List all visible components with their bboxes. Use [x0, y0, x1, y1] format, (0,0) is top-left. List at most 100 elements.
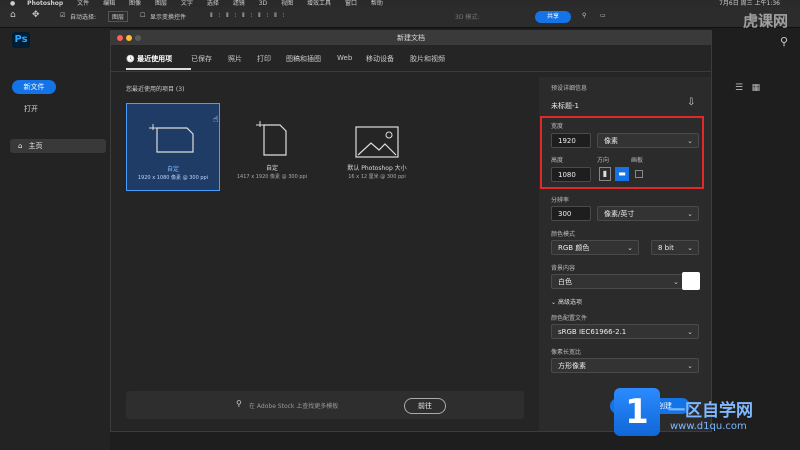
advanced-options-label: 高级选项 [557, 299, 582, 306]
menu-edit[interactable]: 编辑 [103, 0, 115, 7]
apple-icon[interactable]: ● [10, 0, 15, 7]
options-toolbar: ⌂ ✥ ☑ 自动选择: 图层 ☐ 显示变换控件 ⫴⫶⫴⫶⫴⫶⫴⫶⫴⫶ 3D 模式… [0, 7, 800, 28]
search-icon[interactable]: ⚲ [780, 35, 788, 48]
tab-film-video[interactable]: 胶片和视频 [410, 54, 445, 64]
share-button[interactable]: 共享 [535, 11, 571, 23]
align-icons[interactable]: ⫴⫶⫴⫶⫴⫶⫴⫶⫴⫶ [210, 12, 290, 20]
advanced-options-toggle[interactable]: ⌄ 高级选项 [551, 297, 582, 306]
preset-name: 自定 [265, 165, 278, 172]
menu-select[interactable]: 选择 [207, 0, 219, 7]
menu-layer[interactable]: 图层 [155, 0, 167, 7]
menu-app-name[interactable]: Photoshop [27, 0, 63, 7]
show-transform-checkbox[interactable]: ☐ [140, 12, 145, 19]
bit-depth-value: 8 bit [658, 244, 674, 252]
active-tab-underline [126, 68, 191, 70]
pixel-ratio-label: 像素长宽比 [551, 349, 582, 356]
chevron-down-icon: ⌄ [687, 362, 693, 370]
move-tool-icon[interactable]: ✥ [32, 10, 40, 20]
tabs-divider [111, 71, 711, 72]
sidebar-item-home[interactable]: ⌂ 主页 [10, 139, 106, 153]
color-mode-select[interactable]: RGB 颜色 ⌄ [551, 240, 639, 255]
pixel-ratio-select[interactable]: 方形像素 ⌄ [551, 358, 699, 373]
mode-3d-label: 3D 模式: [455, 14, 480, 21]
menu-3d[interactable]: 3D [259, 0, 267, 7]
stock-search-icon: ⚲ [236, 399, 242, 408]
menu-view[interactable]: 视图 [281, 0, 293, 7]
resolution-label: 分辨率 [551, 197, 570, 204]
document-name[interactable]: 未标题-1 [551, 101, 579, 111]
preset-card-custom-1417[interactable]: 自定 1417 x 1920 像素 @ 300 ppi [226, 103, 318, 189]
portrait-document-icon [256, 121, 287, 156]
new-file-button[interactable]: 新文件 [12, 80, 56, 94]
preset-name: 默认 Photoshop 大小 [347, 165, 407, 172]
pointer-cursor-icon: ☝ [213, 115, 219, 125]
preset-size: 1417 x 1920 像素 @ 300 ppi [236, 174, 308, 180]
layer-select[interactable]: 图层 [108, 11, 129, 22]
chevron-down-icon: ⌄ [551, 299, 557, 306]
preset-size: 1920 x 1080 像素 @ 300 ppi [137, 175, 209, 181]
zoom-window-icon[interactable] [135, 35, 141, 41]
menu-help[interactable]: 帮助 [371, 0, 383, 7]
d1qu-watermark-url: www.d1qu.com [670, 421, 747, 432]
color-profile-label: 颜色配置文件 [551, 315, 588, 322]
color-profile-select[interactable]: sRGB IEC61966-2.1 ⌄ [551, 324, 699, 339]
d1qu-logo: 1 [614, 388, 660, 436]
menu-image[interactable]: 图像 [129, 0, 141, 7]
tab-photo[interactable]: 照片 [228, 54, 242, 64]
open-link[interactable]: 打开 [24, 104, 38, 114]
ps-logo: Ps [12, 32, 30, 48]
search-toolbar-icon[interactable]: ⚲ [582, 12, 586, 19]
pixel-ratio-value: 方形像素 [558, 362, 586, 370]
tab-print[interactable]: 打印 [257, 54, 271, 64]
resolution-input[interactable]: 300 [551, 206, 591, 221]
close-window-icon[interactable] [117, 35, 123, 41]
resolution-unit-value: 像素/英寸 [604, 210, 635, 218]
auto-select-label: 自动选择: [70, 14, 97, 21]
chevron-down-icon: ⌄ [627, 244, 633, 252]
color-mode-label: 颜色模式 [551, 231, 576, 238]
save-preset-icon[interactable]: ⇩ [687, 97, 695, 108]
new-document-dialog: 新建文档 🕓 最近使用项 已保存 照片 打印 图稿和插图 Web 移动设备 胶片… [110, 30, 712, 432]
minimize-window-icon[interactable] [126, 35, 132, 41]
workspace-icon[interactable]: ▭ [600, 12, 606, 19]
preset-details-header: 预设详细信息 [551, 85, 588, 92]
tab-recent[interactable]: 🕓 最近使用项 [126, 54, 172, 64]
dialog-titlebar: 新建文档 [111, 31, 711, 45]
sidebar-item-label: 主页 [28, 142, 43, 150]
landscape-document-icon [149, 124, 194, 153]
home-icon[interactable]: ⌂ [10, 10, 16, 20]
preset-card-custom-1920[interactable]: 自定 1920 x 1080 像素 @ 300 ppi [126, 103, 220, 191]
view-toggle-icons[interactable]: ☰ ▦ [735, 83, 760, 93]
mac-menubar: ● Photoshop 文件 编辑 图像 图层 文字 选择 滤镜 3D 视图 增… [0, 0, 800, 7]
chevron-down-icon: ⌄ [687, 328, 693, 336]
home-nav-icon: ⌂ [18, 142, 23, 150]
tab-saved[interactable]: 已保存 [191, 54, 212, 64]
share-label: 共享 [546, 13, 559, 20]
background-color-swatch[interactable] [682, 272, 700, 290]
menu-filter[interactable]: 滤镜 [233, 0, 245, 7]
tab-mobile[interactable]: 移动设备 [366, 54, 394, 64]
menu-type[interactable]: 文字 [181, 0, 193, 7]
go-button[interactable]: 前往 [404, 398, 446, 414]
background-value: 白色 [558, 278, 572, 286]
tab-web[interactable]: Web [337, 54, 352, 62]
background-label: 背景内容 [551, 265, 576, 272]
preset-card-default-photoshop[interactable]: 默认 Photoshop 大小 16 x 12 厘米 @ 300 ppi [331, 103, 423, 189]
menu-plugins[interactable]: 增效工具 [307, 0, 331, 7]
recent-items-title: 您最近使用的项目 (3) [126, 86, 185, 93]
tab-recent-label: 最近使用项 [137, 55, 173, 63]
menubar-clock: 7月6日 周三 上午1:36 [719, 0, 780, 7]
menu-window[interactable]: 窗口 [345, 0, 357, 7]
background-select[interactable]: 白色 ⌄ [551, 274, 685, 289]
resolution-unit-select[interactable]: 像素/英寸 ⌄ [597, 206, 699, 221]
auto-select-checkbox[interactable]: ☑ [60, 12, 65, 19]
stock-search-input[interactable]: 在 Adobe Stock 上查找更多模板 [249, 401, 338, 410]
watermark-hukewang: 虎课网 [742, 12, 788, 30]
bit-depth-select[interactable]: 8 bit ⌄ [651, 240, 699, 255]
image-icon [355, 126, 399, 158]
color-profile-value: sRGB IEC61966-2.1 [558, 328, 627, 336]
tab-art-illustration[interactable]: 图稿和插图 [286, 54, 321, 64]
color-mode-value: RGB 颜色 [558, 244, 590, 252]
menu-file[interactable]: 文件 [77, 0, 89, 7]
show-transform-label: 显示变换控件 [150, 14, 187, 21]
